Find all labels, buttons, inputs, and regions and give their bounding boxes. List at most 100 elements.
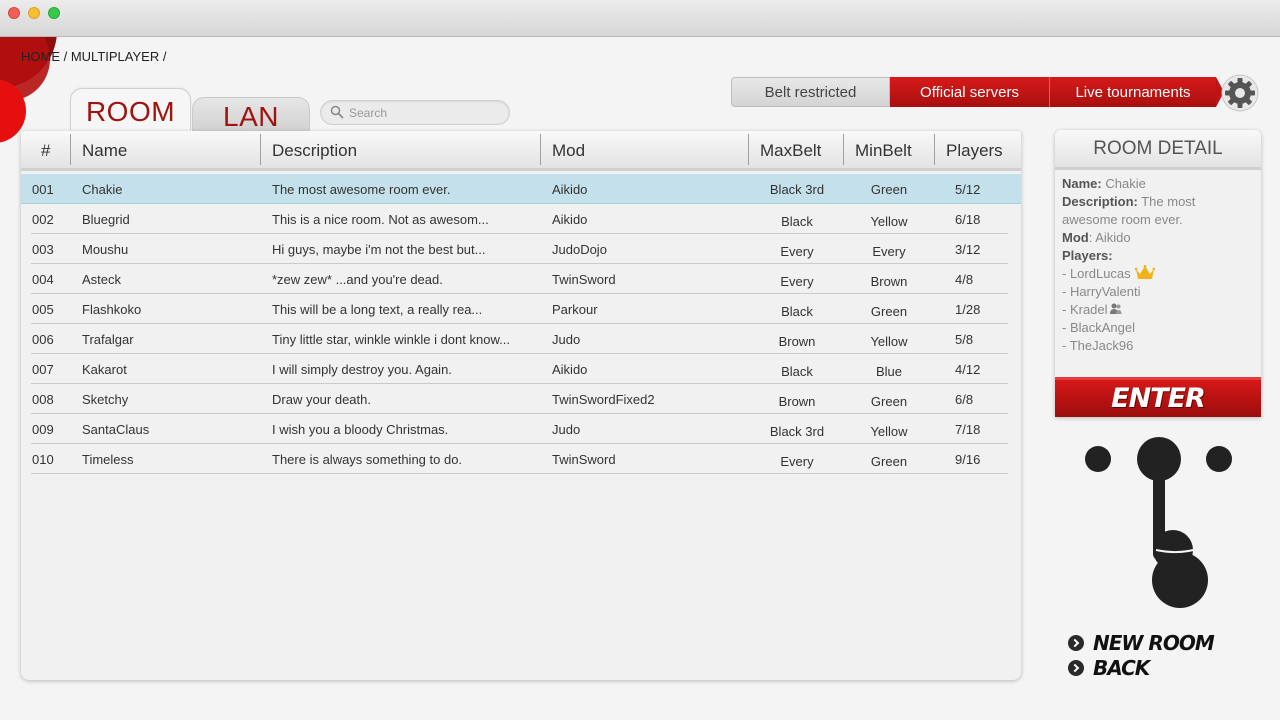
cell-maxbelt: Black <box>781 214 813 229</box>
cell-mod: TwinSword <box>552 452 616 467</box>
enter-button[interactable]: ENTER <box>1055 377 1261 417</box>
detail-mod-label: Mod <box>1062 230 1089 245</box>
cell-minbelt: Blue <box>875 364 903 379</box>
table-row[interactable]: 007 Kakarot I will simply destroy you. A… <box>31 354 1008 384</box>
cell-maxbelt: Black 3rd <box>769 182 825 197</box>
table-row[interactable]: 006 Trafalgar Tiny little star, winkle w… <box>31 324 1008 354</box>
table-row[interactable]: 010 Timeless There is always something t… <box>31 444 1008 474</box>
cell-mod: TwinSword <box>552 272 616 287</box>
col-header-players[interactable]: Players <box>946 131 1003 168</box>
cell-maxbelt: Brown <box>778 334 816 349</box>
player-name: - BlackAngel <box>1062 320 1135 335</box>
cell-description: Hi guys, maybe i'm not the best but... <box>272 242 486 257</box>
cell-players: 9/16 <box>955 452 981 467</box>
window-titlebar <box>0 0 1280 37</box>
window-zoom-button[interactable] <box>48 7 60 19</box>
player-item[interactable]: - HarryValenti <box>1062 283 1254 301</box>
cell-players: 6/8 <box>955 392 974 407</box>
col-header-minbelt[interactable]: MinBelt <box>855 131 912 168</box>
player-item[interactable]: - Kradel <box>1062 301 1254 319</box>
table-row[interactable]: 005 Flashkoko This will be a long text, … <box>31 294 1008 324</box>
cell-number: 007 <box>32 362 54 377</box>
cell-maxbelt: Black <box>781 304 813 319</box>
side-menu: NEW ROOM BACK <box>1068 630 1215 680</box>
cell-name: SantaClaus <box>82 422 150 437</box>
cell-mod: Parkour <box>552 302 598 317</box>
back-label: BACK <box>1093 655 1150 680</box>
detail-players-label: Players: <box>1062 248 1113 263</box>
room-detail-title: ROOM DETAIL <box>1055 130 1261 170</box>
cell-name: Flashkoko <box>82 302 142 317</box>
player-item[interactable]: - LordLucas <box>1062 265 1254 283</box>
search-box[interactable] <box>320 100 510 125</box>
game-logo <box>1085 437 1232 608</box>
cell-maxbelt: Black 3rd <box>769 424 825 439</box>
tab-room[interactable]: ROOM <box>70 88 191 130</box>
cell-number: 001 <box>32 182 54 197</box>
cell-maxbelt: Brown <box>778 394 816 409</box>
cell-mod: JudoDojo <box>552 242 607 257</box>
cell-name: Chakie <box>82 182 123 197</box>
window-close-button[interactable] <box>8 7 20 19</box>
cell-name: Moushu <box>82 242 129 257</box>
col-header-description[interactable]: Description <box>272 131 357 168</box>
detail-players-line: Players: <box>1062 247 1254 265</box>
cell-maxbelt: Black <box>781 364 813 379</box>
cell-description: This is a nice room. Not as awesom... <box>272 212 489 227</box>
cell-minbelt: Yellow <box>870 214 908 229</box>
table-row[interactable]: 001 Chakie The most awesome room ever. A… <box>21 174 1021 204</box>
cell-number: 004 <box>32 272 54 287</box>
back-button[interactable]: BACK <box>1068 655 1214 680</box>
detail-mod-value: : Aikido <box>1088 230 1131 245</box>
cell-number: 006 <box>32 332 54 347</box>
belt-restricted-button[interactable]: Belt restricted <box>731 77 890 107</box>
search-input[interactable] <box>349 105 499 121</box>
cell-number: 003 <box>32 242 54 257</box>
player-item[interactable]: - BlackAngel <box>1062 319 1254 337</box>
player-name: - TheJack96 <box>1062 338 1134 353</box>
player-name: - LordLucas <box>1062 266 1131 281</box>
table-header: # Name Description Mod MaxBelt MinBelt P… <box>21 131 1021 171</box>
table-row[interactable]: 003 Moushu Hi guys, maybe i'm not the be… <box>31 234 1008 264</box>
cell-maxbelt: Every <box>780 454 814 469</box>
detail-player-list: - LordLucas - HarryValenti - Kradel - Bl… <box>1062 265 1254 355</box>
cell-players: 4/12 <box>955 362 981 377</box>
column-divider <box>843 134 844 165</box>
cell-description: Draw your death. <box>272 392 371 407</box>
cell-minbelt: Green <box>870 394 908 409</box>
col-header-maxbelt[interactable]: MaxBelt <box>760 131 821 168</box>
breadcrumb[interactable]: HOME / MULTIPLAYER / <box>21 49 166 64</box>
cell-mod: Aikido <box>552 212 588 227</box>
gear-icon[interactable] <box>1221 74 1259 112</box>
column-divider <box>748 134 749 165</box>
room-detail-body: Name: Chakie Description: The most aweso… <box>1055 170 1261 360</box>
col-header-name[interactable]: Name <box>82 131 127 168</box>
cell-players: 5/12 <box>955 182 981 197</box>
player-name: - HarryValenti <box>1062 284 1141 299</box>
new-room-button[interactable]: NEW ROOM <box>1068 630 1215 655</box>
table-row[interactable]: 004 Asteck *zew zew* ...and you're dead.… <box>31 264 1008 294</box>
chevron-right-icon <box>1068 634 1084 651</box>
column-divider <box>70 134 71 165</box>
cell-maxbelt: Every <box>780 244 814 259</box>
tab-lan[interactable]: LAN <box>192 97 310 132</box>
cell-description: Tiny little star, winkle winkle i dont k… <box>272 332 510 347</box>
cell-description: There is always something to do. <box>272 452 463 467</box>
col-header-number[interactable]: # <box>41 131 50 168</box>
live-tournaments-button[interactable]: Live tournaments <box>1050 77 1216 107</box>
player-item[interactable]: - TheJack96 <box>1062 337 1254 355</box>
col-header-mod[interactable]: Mod <box>552 131 585 168</box>
cell-description: I wish you a bloody Christmas. <box>272 422 449 437</box>
detail-mod-line: Mod: Aikido <box>1062 229 1254 247</box>
cell-name: Trafalgar <box>82 332 134 347</box>
table-row[interactable]: 009 SantaClaus I wish you a bloody Chris… <box>31 414 1008 444</box>
cell-players: 6/18 <box>955 212 981 227</box>
cell-players: 7/18 <box>955 422 981 437</box>
official-servers-button[interactable]: Official servers <box>890 77 1050 107</box>
table-row[interactable]: 002 Bluegrid This is a nice room. Not as… <box>31 204 1008 234</box>
room-detail-panel: ROOM DETAIL Name: Chakie Description: Th… <box>1055 130 1261 417</box>
player-name: - Kradel <box>1062 302 1108 317</box>
window-minimize-button[interactable] <box>28 7 40 19</box>
table-row[interactable]: 008 Sketchy Draw your death. TwinSwordFi… <box>31 384 1008 414</box>
cell-name: Sketchy <box>82 392 129 407</box>
